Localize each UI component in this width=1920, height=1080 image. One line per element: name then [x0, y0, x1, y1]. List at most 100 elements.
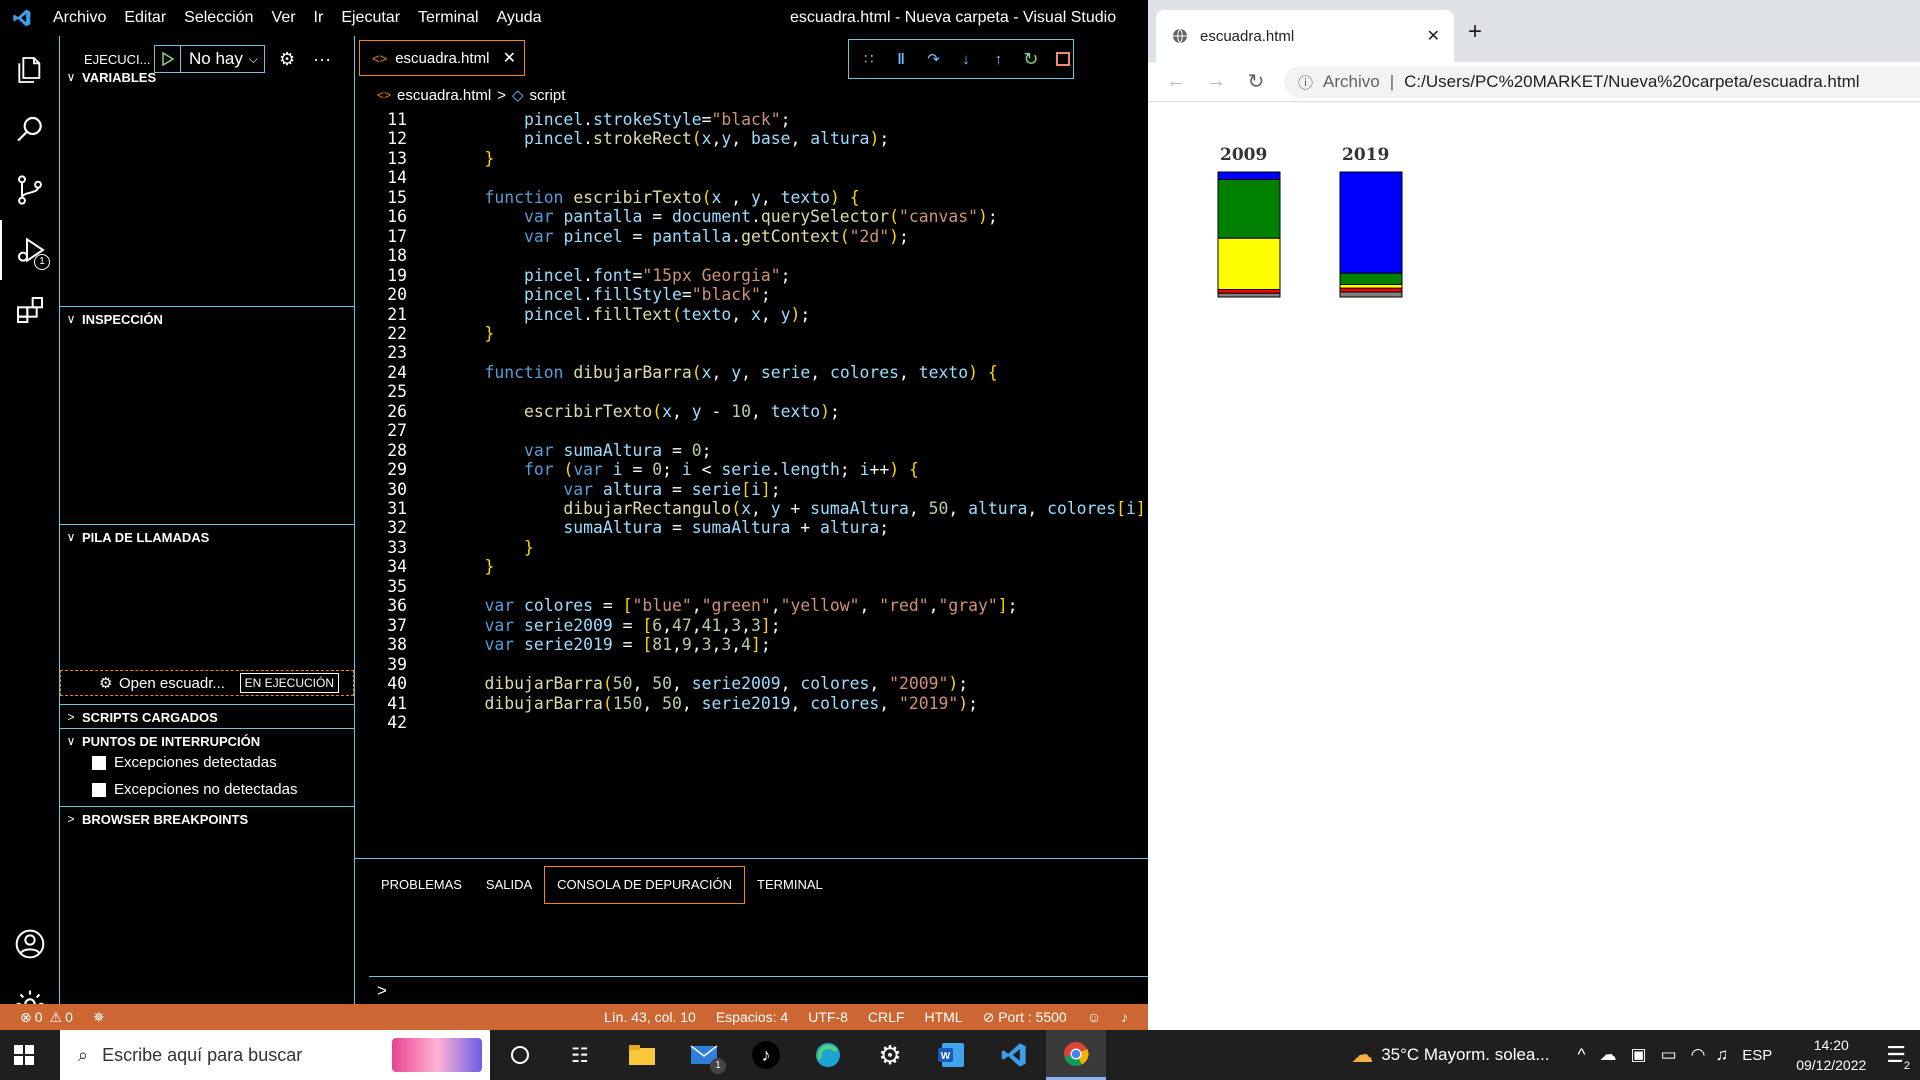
- code-editor[interactable]: 11 pincel.strokeStyle="black"; 12 pincel.…: [355, 110, 1148, 858]
- section-callstack[interactable]: ∨ PILA DE LLAMADAS: [60, 526, 354, 548]
- run-debug-icon[interactable]: 1: [0, 220, 60, 280]
- tab-label: escuadra.html: [395, 49, 490, 67]
- weather-icon[interactable]: ☁: [1351, 1042, 1373, 1068]
- menu-item[interactable]: Editar: [115, 0, 175, 36]
- widgets-icon[interactable]: ☷: [550, 1030, 610, 1080]
- settings-icon[interactable]: ⚙: [860, 1030, 920, 1080]
- tab-problems[interactable]: PROBLEMAS: [369, 865, 474, 905]
- wifi-icon[interactable]: ◠: [1691, 1045, 1706, 1065]
- step-out-icon[interactable]: ↑: [989, 49, 1008, 69]
- checkbox[interactable]: [92, 755, 106, 770]
- windows-start-icon[interactable]: [0, 1030, 48, 1080]
- menu-item[interactable]: Archivo: [44, 0, 115, 36]
- vscode-taskbar-icon[interactable]: [984, 1030, 1044, 1080]
- section-browser-breakpoints[interactable]: > BROWSER BREAKPOINTS: [60, 808, 354, 830]
- port-label: Port : 5500: [998, 1008, 1067, 1025]
- step-into-icon[interactable]: ↓: [956, 49, 975, 69]
- section-watch-label: INSPECCIÓN: [82, 311, 163, 327]
- menu-item[interactable]: Ejecutar: [332, 0, 409, 36]
- tab-terminal[interactable]: TERMINAL: [745, 865, 835, 905]
- search-icon[interactable]: [0, 100, 60, 160]
- problems-status[interactable]: ⊗ 0 ⚠ 0: [20, 1009, 73, 1026]
- battery-icon[interactable]: ▭: [1661, 1045, 1677, 1065]
- menu-item[interactable]: Ir: [305, 0, 333, 36]
- mail-icon[interactable]: 1: [674, 1030, 734, 1080]
- callstack-item[interactable]: ⚙ Open escuadr... EN EJECUCIÓN: [60, 670, 354, 696]
- prompt-chevron: >: [377, 981, 387, 1000]
- line-number: 25: [387, 382, 407, 402]
- source-control-icon[interactable]: [0, 160, 60, 220]
- address-bar[interactable]: ⓘ Archivo | C:/Users/PC%20MARKET/Nueva%2…: [1284, 66, 1920, 98]
- feedback-icon[interactable]: ☺: [1087, 1009, 1101, 1026]
- step-over-icon[interactable]: ↷: [924, 49, 943, 69]
- code-line: 30 var altura = serie[i];: [355, 480, 1148, 499]
- menu-item[interactable]: Ver: [263, 0, 305, 36]
- word-icon[interactable]: W: [922, 1030, 982, 1080]
- browser-tab[interactable]: escuadra.html ✕: [1156, 10, 1454, 62]
- explorer-icon[interactable]: [0, 40, 60, 100]
- chevron-up-icon[interactable]: ^: [1578, 1045, 1586, 1065]
- debug-status-icon[interactable]: ✵: [93, 1009, 105, 1026]
- section-breakpoints[interactable]: ∨ PUNTOS DE INTERRUPCIÓN: [60, 730, 354, 752]
- chrome-icon[interactable]: [1046, 1030, 1106, 1080]
- breadcrumb-file[interactable]: escuadra.html: [397, 87, 491, 104]
- code-text: dibujarBarra(150, 50, serie2019, colores…: [484, 693, 978, 713]
- language-indicator[interactable]: ESP: [1742, 1047, 1772, 1064]
- tab-debug-console[interactable]: CONSOLA DE DEPURACIÓN: [544, 866, 745, 904]
- new-tab-icon[interactable]: +: [1468, 18, 1482, 46]
- device-icon[interactable]: ▣: [1631, 1045, 1647, 1065]
- chevron-down-icon: ∨: [66, 734, 76, 748]
- section-watch[interactable]: ∨ INSPECCIÓN: [60, 308, 354, 330]
- task-view-icon[interactable]: [490, 1030, 550, 1080]
- cursor-position[interactable]: Lín. 43, col. 10: [604, 1009, 696, 1026]
- back-icon[interactable]: ←: [1164, 70, 1188, 93]
- info-icon[interactable]: ⓘ: [1298, 72, 1313, 93]
- bp-caught-exceptions[interactable]: Excepciones detectadas: [92, 754, 277, 771]
- drag-handle-icon[interactable]: ∷: [859, 49, 878, 69]
- extensions-icon[interactable]: [0, 280, 60, 340]
- debug-console-input[interactable]: >: [369, 976, 1148, 1004]
- tab-output[interactable]: SALIDA: [474, 865, 544, 905]
- close-icon[interactable]: ✕: [1427, 26, 1440, 46]
- code-line: 33 }: [355, 538, 1148, 557]
- panel-tabs: PROBLEMAS SALIDA CONSOLA DE DEPURACIÓN T…: [369, 865, 835, 905]
- account-icon[interactable]: [0, 914, 60, 974]
- section-variables[interactable]: ∨ VARIABLES: [60, 66, 354, 88]
- onedrive-icon[interactable]: ☁: [1600, 1045, 1617, 1065]
- file-explorer-icon[interactable]: [612, 1030, 672, 1080]
- taskbar-search[interactable]: ⌕ Escribe aquí para buscar: [60, 1030, 490, 1080]
- checkbox[interactable]: [92, 782, 106, 797]
- reload-icon[interactable]: ↻: [1244, 69, 1268, 94]
- volume-icon[interactable]: ♫: [1716, 1045, 1729, 1065]
- line-number: 18: [387, 246, 407, 266]
- line-number: 29: [387, 460, 407, 480]
- code-line: 25: [355, 382, 1148, 401]
- close-icon[interactable]: ✕: [503, 48, 516, 68]
- pause-icon[interactable]: ‖: [891, 49, 910, 69]
- section-scripts[interactable]: > SCRIPTS CARGADOS: [60, 706, 354, 728]
- forward-icon[interactable]: →: [1204, 70, 1228, 93]
- menu-item[interactable]: Ayuda: [488, 0, 551, 36]
- stop-icon[interactable]: [1054, 49, 1073, 69]
- tiktok-icon[interactable]: ♪: [736, 1030, 796, 1080]
- restart-icon[interactable]: ↻: [1021, 49, 1040, 69]
- edge-icon[interactable]: [798, 1030, 858, 1080]
- bell-icon[interactable]: ♪: [1121, 1009, 1128, 1026]
- live-server-port[interactable]: ⊘ Port : 5500: [983, 1009, 1067, 1026]
- end-of-line[interactable]: CRLF: [868, 1009, 905, 1026]
- bp-option-label: Excepciones no detectadas: [114, 781, 298, 798]
- section-breakpoints-label: PUNTOS DE INTERRUPCIÓN: [82, 733, 261, 749]
- breadcrumb-symbol[interactable]: script: [530, 87, 566, 104]
- bp-option-label: Excepciones detectadas: [114, 754, 277, 771]
- language-mode[interactable]: HTML: [924, 1009, 962, 1026]
- weather-text[interactable]: 35°C Mayorm. solea...: [1381, 1045, 1549, 1065]
- notifications-icon[interactable]: ☰ 2: [1886, 1042, 1912, 1072]
- tab-escuadra[interactable]: <> escuadra.html ✕: [359, 40, 525, 76]
- bp-uncaught-exceptions[interactable]: Excepciones no detectadas: [92, 781, 297, 798]
- page-content: 2009 2019: [1148, 102, 1920, 1030]
- menu-item[interactable]: Terminal: [409, 0, 487, 36]
- indentation[interactable]: Espacios: 4: [716, 1009, 788, 1026]
- encoding[interactable]: UTF-8: [808, 1009, 848, 1026]
- clock[interactable]: 14:20 09/12/2022: [1786, 1035, 1876, 1075]
- menu-item[interactable]: Selección: [175, 0, 262, 36]
